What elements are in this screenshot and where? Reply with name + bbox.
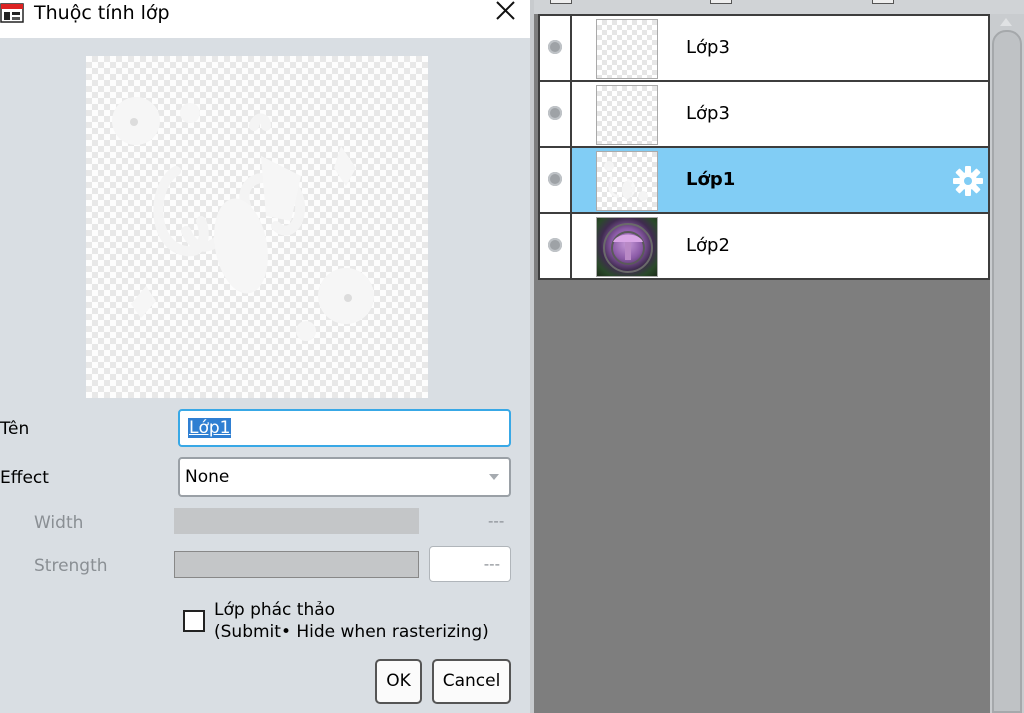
- layer-list-scrollbar[interactable]: [990, 14, 1024, 713]
- layer-name: Lớp1: [686, 169, 736, 190]
- visibility-toggle-icon[interactable]: [548, 106, 562, 120]
- visibility-toggle-icon[interactable]: [548, 40, 562, 54]
- layers-panel: Lớp3 Lớp3 Lớp1 Lớp2: [530, 0, 1024, 713]
- visibility-column: [540, 214, 572, 278]
- effect-selected-value: None: [185, 467, 230, 487]
- layer-name-selected-text: Lớp1: [188, 418, 232, 438]
- strength-value-input: ---: [429, 546, 511, 582]
- layer-name: Lớp3: [686, 103, 730, 124]
- layer-thumbnail: [596, 85, 658, 145]
- draft-layer-checkbox[interactable]: [183, 610, 205, 632]
- toolbar-control[interactable]: [550, 0, 572, 4]
- draft-layer-label-line1: Lớp phác thảo: [214, 600, 336, 620]
- effect-dropdown[interactable]: None: [178, 457, 511, 497]
- dialog-title: Thuộc tính lớp: [34, 2, 170, 24]
- layer-list: Lớp3 Lớp3 Lớp1 Lớp2: [538, 14, 990, 280]
- width-label: Width: [34, 513, 84, 533]
- close-icon[interactable]: [488, 0, 524, 26]
- visibility-toggle-icon[interactable]: [548, 172, 562, 186]
- layer-row[interactable]: Lớp3: [538, 14, 990, 82]
- visibility-column: [540, 82, 572, 146]
- draft-layer-label[interactable]: Lớp phác thảo (Submit• Hide when rasteri…: [214, 599, 489, 643]
- visibility-column: [540, 148, 572, 212]
- layer-thumbnail: [596, 151, 658, 211]
- sketch-thumbnail-image: [604, 161, 648, 201]
- layer-name: Lớp2: [686, 235, 730, 256]
- effect-label: Effect: [0, 468, 49, 488]
- image-thumbnail: [603, 223, 653, 273]
- layer-row[interactable]: Lớp2: [538, 212, 990, 280]
- layer-row[interactable]: Lớp3: [538, 80, 990, 148]
- layer-properties-dialog: Thuộc tính lớp Tên Lớp1 Effect None Widt…: [0, 0, 530, 713]
- layer-name-input[interactable]: Lớp1: [178, 409, 511, 447]
- toolbar-control[interactable]: [872, 0, 894, 4]
- visibility-toggle-icon[interactable]: [548, 238, 562, 252]
- dialog-titlebar: Thuộc tính lớp: [0, 0, 530, 38]
- scroll-up-icon[interactable]: [1000, 18, 1012, 26]
- app-icon: [0, 3, 24, 23]
- toolbar-control[interactable]: [710, 0, 732, 4]
- layer-thumbnail: [596, 217, 658, 277]
- layer-name: Lớp3: [686, 37, 730, 58]
- layer-row-selected[interactable]: Lớp1: [538, 146, 990, 214]
- scrollbar-thumb[interactable]: [992, 30, 1022, 713]
- sketch-preview-image: [112, 97, 374, 341]
- name-label: Tên: [0, 419, 30, 439]
- panel-toolbar-strip: [534, 0, 1024, 14]
- layer-thumbnail: [596, 19, 658, 79]
- cancel-button[interactable]: Cancel: [432, 659, 511, 704]
- ok-button[interactable]: OK: [375, 659, 422, 704]
- strength-label: Strength: [34, 556, 108, 576]
- width-slider: [174, 508, 419, 534]
- strength-slider: [174, 551, 419, 578]
- draft-layer-label-line2: (Submit• Hide when rasterizing): [214, 622, 489, 642]
- chevron-down-icon: [489, 474, 499, 480]
- width-value: ---: [488, 512, 505, 530]
- visibility-column: [540, 16, 572, 80]
- gear-icon[interactable]: [952, 165, 984, 197]
- layer-preview: [86, 56, 428, 398]
